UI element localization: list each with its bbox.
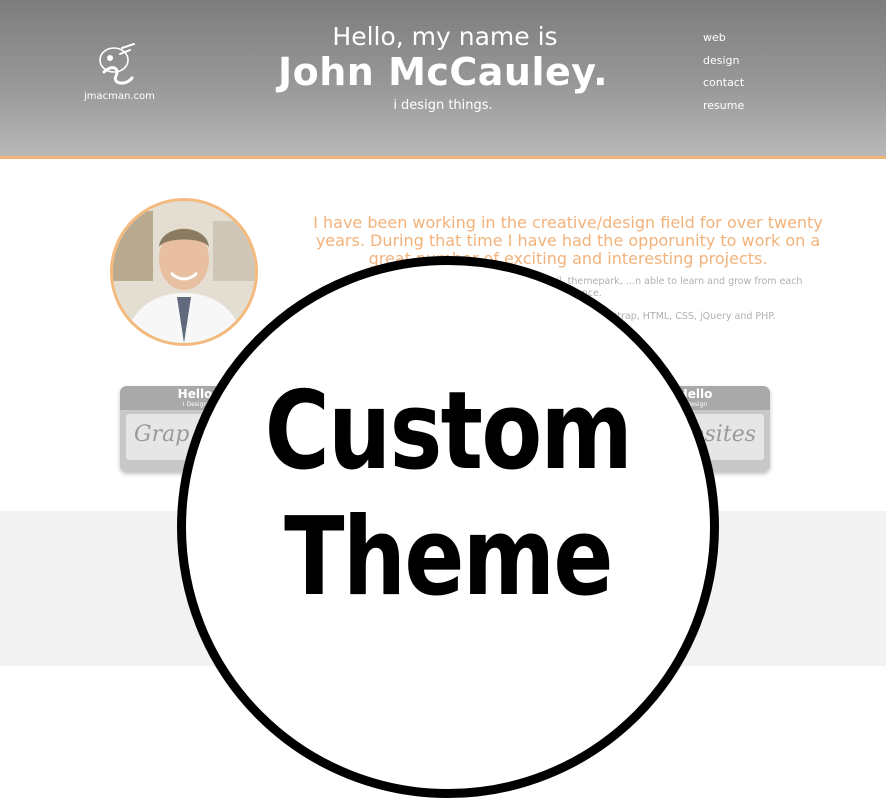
- nav-link-design[interactable]: design: [703, 53, 744, 76]
- owner-name: John McCauley.: [277, 50, 609, 94]
- badge-text-line: Theme: [284, 495, 613, 620]
- intro-headline: I have been working in the creative/desi…: [313, 213, 823, 268]
- site-header: jmacman.com Hello, my name is John McCau…: [0, 0, 886, 159]
- badge-text-line: Custom: [264, 369, 633, 494]
- nav-link-resume[interactable]: resume: [703, 98, 744, 121]
- profile-portrait-icon: [113, 201, 255, 343]
- tagline: i design things.: [393, 98, 493, 113]
- nav-link-contact[interactable]: contact: [703, 75, 744, 98]
- card-script-text: Grap: [134, 422, 190, 447]
- profile-photo: [110, 198, 258, 346]
- nav-link-web[interactable]: web: [703, 30, 744, 53]
- greeting-line: Hello, my name is: [332, 22, 558, 51]
- main-nav: web design contact resume: [703, 30, 744, 120]
